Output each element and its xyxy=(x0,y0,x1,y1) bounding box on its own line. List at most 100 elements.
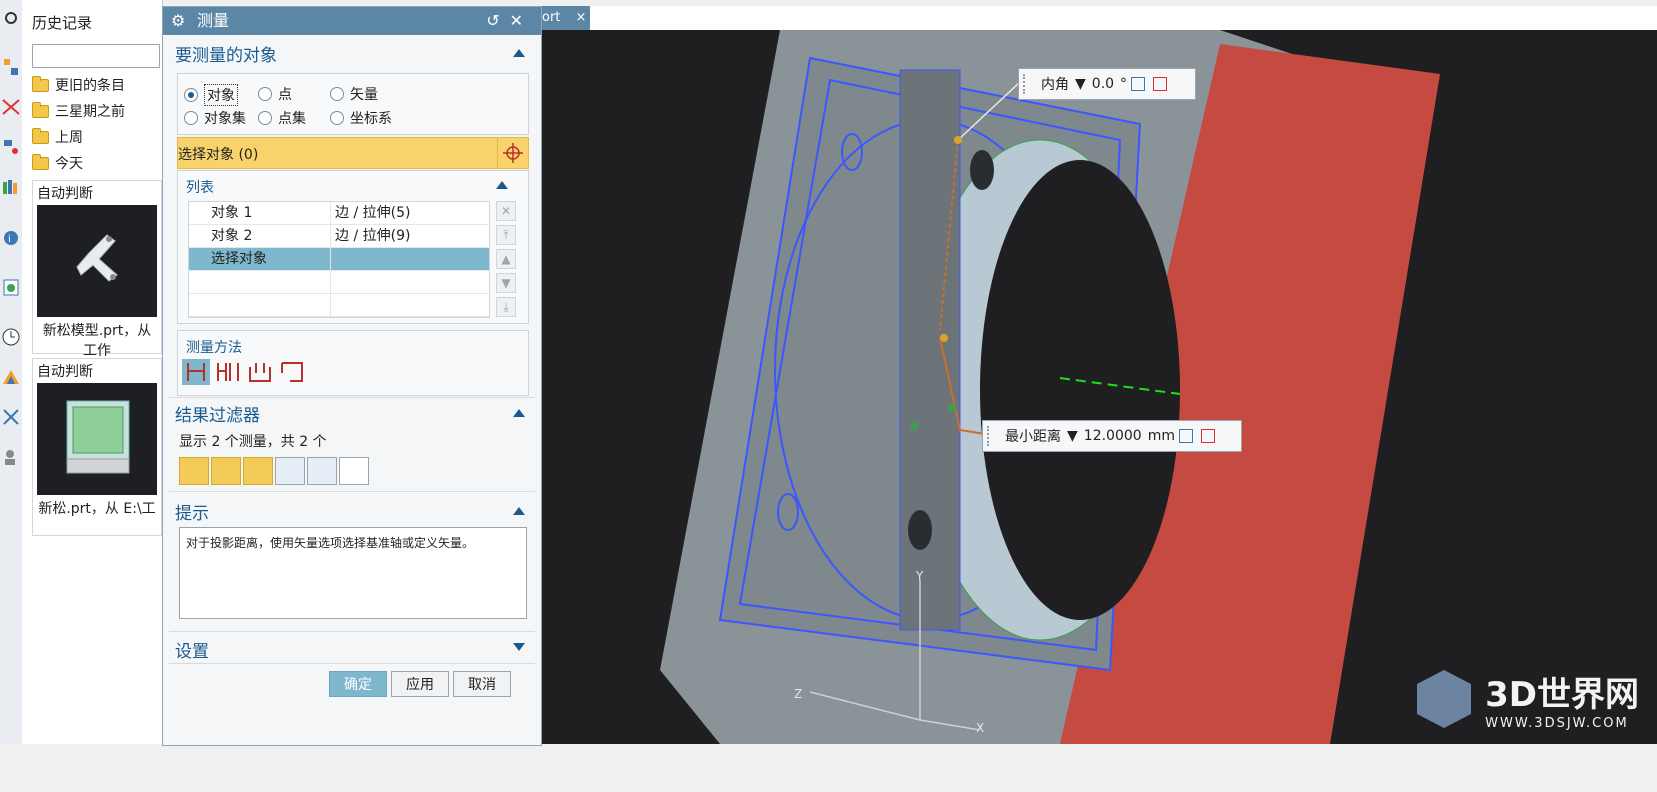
part-tab[interactable]: ort xyxy=(540,6,572,30)
filter-angle-icon[interactable] xyxy=(211,457,241,485)
close-icon[interactable]: ✕ xyxy=(510,11,533,30)
dropdown-arrow-icon[interactable]: ▼ xyxy=(1075,76,1086,92)
folder-label: 更旧的条目 xyxy=(55,78,125,94)
svg-text:i: i xyxy=(8,234,11,245)
gear-icon[interactable]: ⚙ xyxy=(171,7,185,35)
reset-icon[interactable]: ↺ xyxy=(486,11,509,30)
radio-circle xyxy=(330,87,344,101)
history-folder-older[interactable]: 更旧的条目 xyxy=(32,74,125,96)
assembly-navigator-icon[interactable] xyxy=(1,56,21,78)
history-card[interactable]: 自动判断 新松.prt，从 E:\工 xyxy=(32,358,162,536)
method-projected-distance-icon[interactable] xyxy=(214,359,242,385)
calculator-icon[interactable] xyxy=(1131,77,1146,91)
roles-icon[interactable] xyxy=(1,446,21,468)
folder-open-icon xyxy=(32,153,49,170)
section-hint-title[interactable]: 提示 xyxy=(175,499,209,524)
move-down-icon[interactable]: ▼ xyxy=(496,273,516,293)
cube-logo-icon xyxy=(1417,670,1472,728)
hole xyxy=(908,510,932,550)
card-header: 自动判断 xyxy=(37,364,93,380)
divider xyxy=(169,663,535,664)
distance-type[interactable]: 最小距离 xyxy=(1005,426,1061,446)
card-caption: 新松.prt，从 E:\工 xyxy=(38,501,156,517)
list-buttons: ✕ ⤒ ▲ ▼ ⤓ xyxy=(496,201,518,321)
radio-circle xyxy=(184,111,198,125)
apply-button[interactable]: 应用 xyxy=(391,671,449,697)
hd3d-tools-icon[interactable]: i xyxy=(1,226,21,248)
angle-type[interactable]: 内角 xyxy=(1041,74,1069,94)
filter-solid-icon[interactable] xyxy=(275,457,305,485)
history-search-input[interactable] xyxy=(32,44,160,68)
collapse-chevron-icon[interactable] xyxy=(513,49,525,57)
radio-object[interactable]: 对象 xyxy=(184,84,238,106)
filter-list-add-icon[interactable] xyxy=(339,457,369,485)
move-bottom-icon[interactable]: ⤓ xyxy=(496,297,516,317)
filter-vector-icon[interactable] xyxy=(243,457,273,485)
constraint-navigator-icon[interactable] xyxy=(1,96,21,118)
table-row[interactable]: 对象 1 边 / 拉伸(5) xyxy=(189,202,489,225)
folder-icon xyxy=(32,127,49,144)
radio-csys[interactable]: 坐标系 xyxy=(330,108,392,128)
angle-value[interactable]: 0.0 xyxy=(1092,76,1114,92)
divider xyxy=(169,631,535,632)
dimension-icon[interactable] xyxy=(1153,77,1168,91)
distance-value[interactable]: 12.0000 xyxy=(1084,428,1142,444)
tab-close-button[interactable]: × xyxy=(572,6,590,30)
radio-point[interactable]: 点 xyxy=(258,84,292,104)
part-thumbnail xyxy=(37,205,157,317)
method-min-distance-icon[interactable] xyxy=(182,359,210,385)
list-title[interactable]: 列表 xyxy=(186,177,214,197)
crosshair-icon[interactable] xyxy=(497,138,528,168)
section-settings-title[interactable]: 设置 xyxy=(175,637,209,662)
tab-strip: ort × xyxy=(540,6,1657,32)
dropdown-arrow-icon[interactable]: ▼ xyxy=(1067,428,1078,444)
dialog-titlebar[interactable]: ⚙ 测量 ↺✕ xyxy=(163,7,541,35)
radio-object-set[interactable]: 对象集 xyxy=(184,108,246,128)
method-extreme-distance-icon[interactable] xyxy=(278,359,306,385)
collapse-chevron-icon[interactable] xyxy=(496,181,508,189)
ok-button[interactable]: 确定 xyxy=(329,671,387,697)
move-top-icon[interactable]: ⤒ xyxy=(496,225,516,245)
history-folder-three-weeks[interactable]: 三星期之前 xyxy=(32,100,125,122)
web-browser-icon[interactable] xyxy=(1,276,21,298)
radio-label: 点 xyxy=(278,87,292,103)
object-type-group: 对象 点 矢量 对象集 点集 坐标系 xyxy=(177,73,529,135)
reuse-library-icon[interactable] xyxy=(1,176,21,198)
calculator-icon[interactable] xyxy=(1178,429,1193,443)
part-navigator-icon[interactable] xyxy=(1,136,21,158)
filter-summary: 显示 2 个测量，共 2 个 xyxy=(179,434,327,450)
remove-icon[interactable]: ✕ xyxy=(496,201,516,221)
select-object-row[interactable]: 选择对象 (0) xyxy=(177,137,529,169)
collapse-chevron-icon[interactable] xyxy=(513,507,525,515)
history-card[interactable]: 自动判断 新松模型.prt，从 工作 xyxy=(32,180,162,359)
history-folder-today[interactable]: 今天 xyxy=(32,152,83,174)
radio-point-set[interactable]: 点集 xyxy=(258,108,306,128)
dimension-icon[interactable] xyxy=(1200,429,1215,443)
method-min-clearance-icon[interactable] xyxy=(246,359,274,385)
history-folder-last-week[interactable]: 上周 xyxy=(32,126,83,148)
history-clock-icon[interactable] xyxy=(1,326,21,348)
graphics-window[interactable]: Y Z X 内角 ▼ 0.0 ° 最小距离 ▼ 12.0000 mm 3D世界网… xyxy=(540,30,1657,744)
section-filter-title[interactable]: 结果过滤器 xyxy=(175,401,260,426)
drag-handle[interactable] xyxy=(1023,74,1035,94)
collapse-chevron-icon[interactable] xyxy=(513,409,525,417)
move-up-icon[interactable]: ▲ xyxy=(496,249,516,269)
filter-distance-icon[interactable] xyxy=(179,457,209,485)
radio-label: 矢量 xyxy=(350,87,378,103)
table-row[interactable]: 选择对象 xyxy=(189,248,489,271)
filter-body-icon[interactable] xyxy=(307,457,337,485)
radio-vector[interactable]: 矢量 xyxy=(330,84,378,104)
angle-measurement-popup[interactable]: 内角 ▼ 0.0 ° xyxy=(1018,68,1196,100)
table-row[interactable]: 对象 2 边 / 拉伸(9) xyxy=(189,225,489,248)
card-header: 自动判断 xyxy=(37,186,93,202)
gear-icon[interactable] xyxy=(1,8,21,30)
section-target-title[interactable]: 要测量的对象 xyxy=(175,41,277,66)
system-materials-icon[interactable] xyxy=(1,366,21,388)
process-studio-icon[interactable] xyxy=(1,406,21,428)
hole xyxy=(970,150,994,190)
expand-chevron-icon[interactable] xyxy=(513,643,525,651)
drag-handle[interactable] xyxy=(987,426,999,446)
cancel-button[interactable]: 取消 xyxy=(453,671,511,697)
distance-measurement-popup[interactable]: 最小距离 ▼ 12.0000 mm xyxy=(982,420,1242,452)
folder-label: 三星期之前 xyxy=(55,104,125,120)
